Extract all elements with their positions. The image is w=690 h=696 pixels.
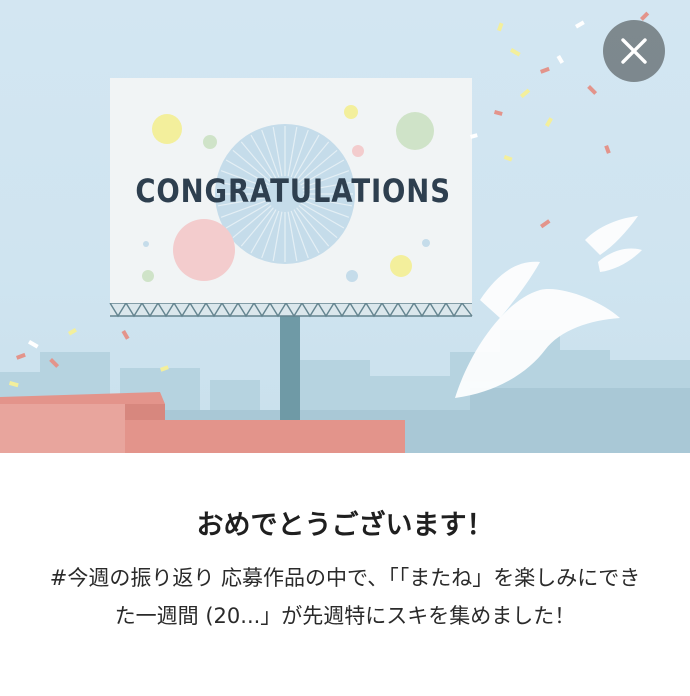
billboard-pole — [280, 312, 300, 422]
close-icon — [621, 38, 647, 64]
congratulations-message: #今週の振り返り 応募作品の中で、「「またね」を楽しみにできた一週間 (20..… — [49, 566, 641, 628]
billboard-truss — [109, 301, 473, 318]
billboard-congratulations-text: CONGRATULATIONS — [135, 172, 451, 210]
modal-content: おめでとうございます！ #今週の振り返り 応募作品の中で、「「またね」を楽しみに… — [0, 453, 690, 696]
congratulations-modal: CONGRATULATIONS おめでとうございます！ #今週の振り返り 応募作… — [0, 0, 690, 696]
congratulations-illustration: CONGRATULATIONS — [0, 0, 690, 453]
close-button[interactable] — [603, 20, 665, 82]
congratulations-headline: おめでとうございます！ — [196, 510, 494, 541]
city-billboard-illustration — [0, 11, 690, 453]
